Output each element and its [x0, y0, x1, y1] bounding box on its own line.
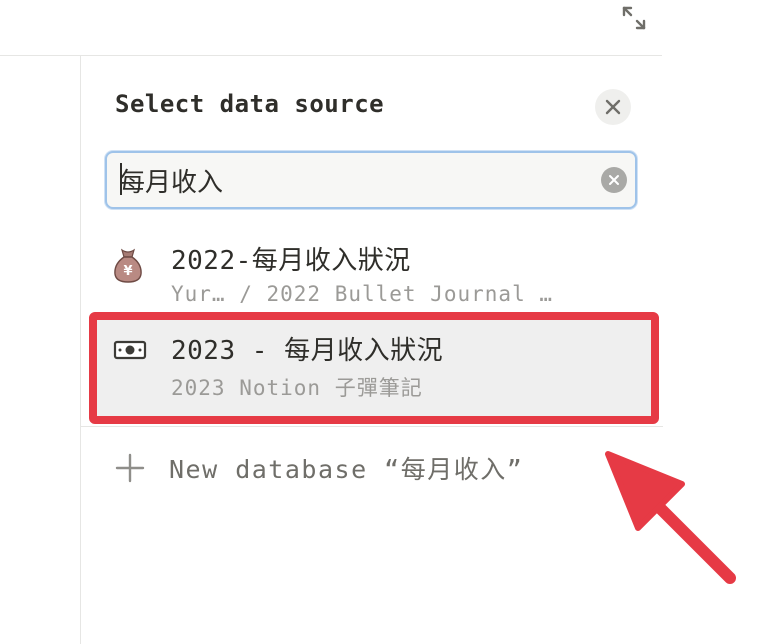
- svg-text:¥: ¥: [123, 264, 132, 279]
- result-title: 2022-每月收入狀況: [171, 246, 411, 276]
- clear-search-button[interactable]: [601, 167, 627, 193]
- highlight-box: [89, 312, 659, 424]
- annotation-arrow: [600, 448, 740, 588]
- money-bag-icon: ¥: [111, 246, 145, 283]
- picker-title: Select data source: [115, 90, 385, 118]
- dollar-banknote-icon: [113, 334, 147, 368]
- text-caret: [120, 163, 122, 195]
- search-input[interactable]: [119, 163, 579, 197]
- close-icon: [605, 99, 621, 115]
- new-database-label: New database “每月收入”: [169, 455, 524, 484]
- clear-circle-icon: [609, 175, 619, 185]
- data-source-picker: Select data source 每月收入 ¥ 2022-每月收入狀況 Yu…: [80, 56, 663, 644]
- close-button[interactable]: [595, 89, 631, 125]
- page: Select data source 每月收入 ¥ 2022-每月收入狀況 Yu…: [0, 0, 772, 644]
- new-database-button[interactable]: New database “每月收入”: [115, 448, 523, 488]
- result-subtitle: 2023 Notion 子彈筆記: [171, 376, 423, 400]
- result-item-2022[interactable]: ¥ 2022-每月收入狀況 Yur… / 2022 Bullet Journal…: [87, 228, 657, 312]
- results-divider: [81, 426, 663, 427]
- expand-arrows-icon[interactable]: [618, 2, 650, 34]
- result-title: 2023 - 每月收入狀況: [171, 336, 444, 366]
- result-item-2023[interactable]: 2023 - 每月收入狀況 2023 Notion 子彈筆記: [89, 312, 659, 424]
- plus-icon: [115, 453, 145, 483]
- result-subtitle: Yur… / 2022 Bullet Journal …: [171, 282, 554, 306]
- search-field[interactable]: [105, 151, 637, 209]
